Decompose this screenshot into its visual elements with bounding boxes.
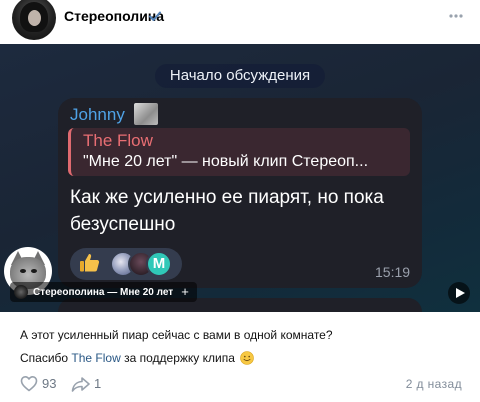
video-channel-avatar <box>14 285 28 299</box>
video-title: Стереополина — Мне 20 лет <box>33 286 174 298</box>
heart-icon[interactable] <box>20 375 38 392</box>
reply-text: "Мне 20 лет" — новый клип Стереоп... <box>83 153 369 170</box>
post-text-line-1: А этот усиленный пиар сейчас с вами в од… <box>20 328 333 342</box>
verified-check-icon <box>149 11 161 21</box>
play-button[interactable] <box>448 282 470 304</box>
post-header: Стереополина <box>0 0 480 44</box>
cat-eye-right <box>31 269 37 273</box>
video-preview[interactable]: Начало обсуждения Johnny The Flow "Мне 2… <box>0 44 480 312</box>
post-text-line-2: Спасибо The Flow за поддержку клипа <box>20 351 255 365</box>
post-text-suffix: за поддержку клипа <box>120 351 235 365</box>
thumbs-up-icon <box>80 254 100 272</box>
mention-link[interactable]: The Flow <box>71 351 120 365</box>
share-count: 1 <box>94 376 102 391</box>
channel-avatar[interactable] <box>12 0 56 40</box>
cat-eye-left <box>20 269 26 273</box>
like-count: 93 <box>42 376 57 391</box>
reactions-bar: M <box>70 248 182 280</box>
reactor-avatar-3: M <box>146 251 172 277</box>
message-sender: Johnny <box>70 105 125 124</box>
sender-avatar <box>134 103 158 125</box>
discussion-start-label: Начало обсуждения <box>155 64 325 88</box>
chat-message-bubble: Johnny The Flow "Мне 20 лет" — новый кли… <box>58 98 422 288</box>
message-time: 15:19 <box>375 264 411 280</box>
reply-title: The Flow <box>83 131 153 150</box>
smiling-face-icon <box>240 351 255 365</box>
share-icon[interactable] <box>71 376 91 392</box>
post-footer: 93 1 2 д назад <box>0 370 480 398</box>
post-date[interactable]: 2 д назад <box>406 377 462 391</box>
reply-quote: The Flow "Мне 20 лет" — новый клип Стере… <box>68 128 410 176</box>
play-icon <box>456 288 465 298</box>
add-video-icon[interactable]: + <box>181 282 189 302</box>
avatar-face <box>28 10 41 26</box>
message-text: Как же усиленно ее пиарят, но пока безус… <box>70 187 384 235</box>
video-title-chip[interactable]: Стереополина — Мне 20 лет + <box>10 282 197 302</box>
more-dots-icon[interactable] <box>448 8 464 24</box>
post-text-prefix: Спасибо <box>20 351 72 365</box>
